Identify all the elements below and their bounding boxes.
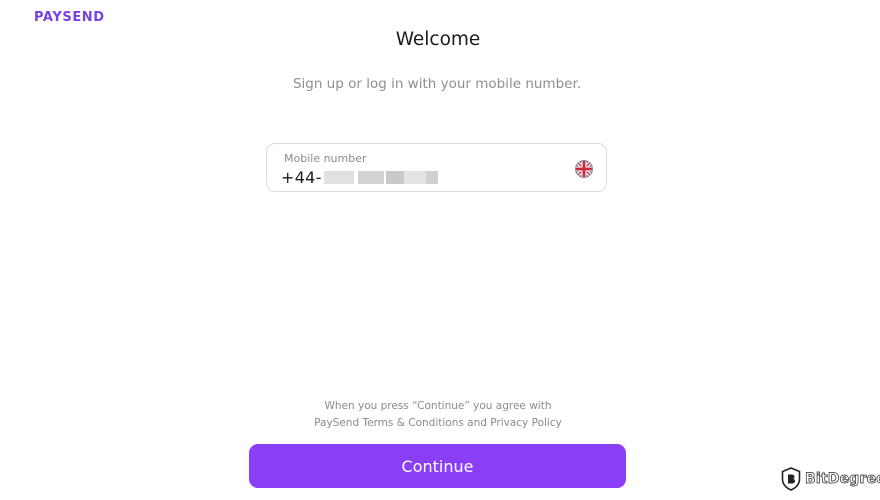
country-code-prefix: +44- bbox=[281, 167, 322, 187]
bitdegree-shield-icon bbox=[781, 467, 801, 491]
uk-flag-icon[interactable] bbox=[575, 160, 593, 178]
bitdegree-watermark-text: BitDegree bbox=[805, 471, 880, 488]
terms-notice: When you press “Continue” you agree with… bbox=[0, 398, 876, 432]
masked-number-segment bbox=[385, 170, 404, 184]
terms-line-2[interactable]: PaySend Terms & Conditions and Privacy P… bbox=[0, 415, 876, 432]
masked-number-segment bbox=[403, 170, 426, 184]
paysend-logo: PAYSEND bbox=[34, 10, 105, 25]
bitdegree-watermark: BitDegree bbox=[781, 467, 880, 491]
masked-number-segment bbox=[323, 170, 354, 184]
page-title: Welcome bbox=[395, 29, 481, 50]
masked-number-segment bbox=[425, 170, 438, 184]
page-subtitle: Sign up or log in with your mobile numbe… bbox=[292, 76, 582, 92]
continue-button[interactable]: Continue bbox=[249, 444, 626, 488]
mobile-number-input[interactable]: +44- bbox=[281, 167, 438, 187]
mobile-number-label: Mobile number bbox=[284, 152, 367, 165]
masked-number-segment bbox=[357, 170, 384, 184]
terms-line-1: When you press “Continue” you agree with bbox=[324, 400, 552, 412]
mobile-number-field[interactable]: Mobile number +44- bbox=[266, 143, 607, 192]
